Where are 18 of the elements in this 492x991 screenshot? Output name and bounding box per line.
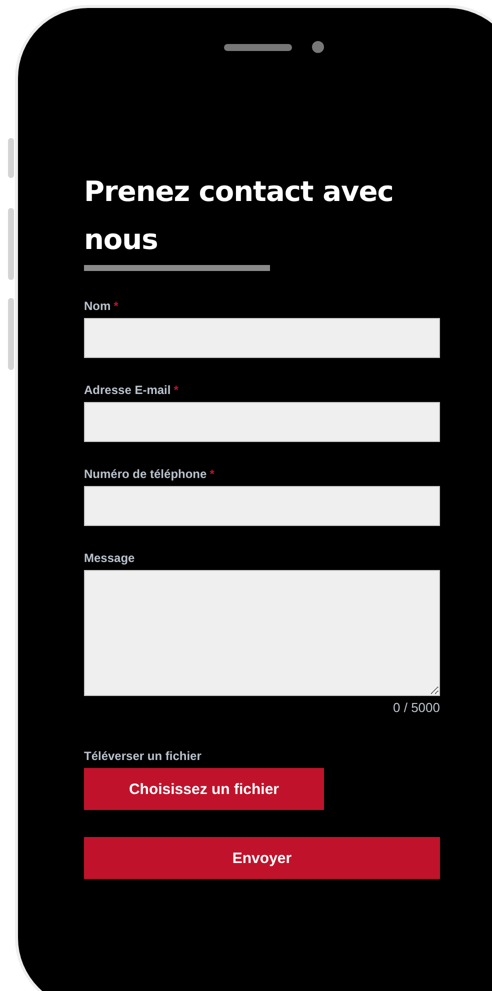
field-label: Adresse E-mail xyxy=(84,383,171,397)
speaker-icon xyxy=(224,44,292,51)
character-counter: 0 / 5000 xyxy=(392,700,440,715)
message-field[interactable] xyxy=(84,570,440,696)
field-label: Numéro de téléphone xyxy=(84,467,207,481)
input-field[interactable] xyxy=(84,318,440,358)
field-label: Nom xyxy=(84,299,111,313)
choose-file-button[interactable]: Choisissez un fichier xyxy=(84,768,324,810)
camera-icon xyxy=(312,41,324,53)
submit-button[interactable]: Envoyer xyxy=(84,837,440,879)
required-mark: * xyxy=(114,299,118,313)
field-label: Message xyxy=(84,551,135,565)
required-mark: * xyxy=(174,383,178,397)
input-field[interactable] xyxy=(84,402,440,442)
input-field[interactable] xyxy=(84,486,440,526)
field-label: Téléverser un fichier xyxy=(84,749,202,763)
form-heading: Prenez contact avec nous xyxy=(84,174,394,258)
required-mark: * xyxy=(210,467,214,481)
